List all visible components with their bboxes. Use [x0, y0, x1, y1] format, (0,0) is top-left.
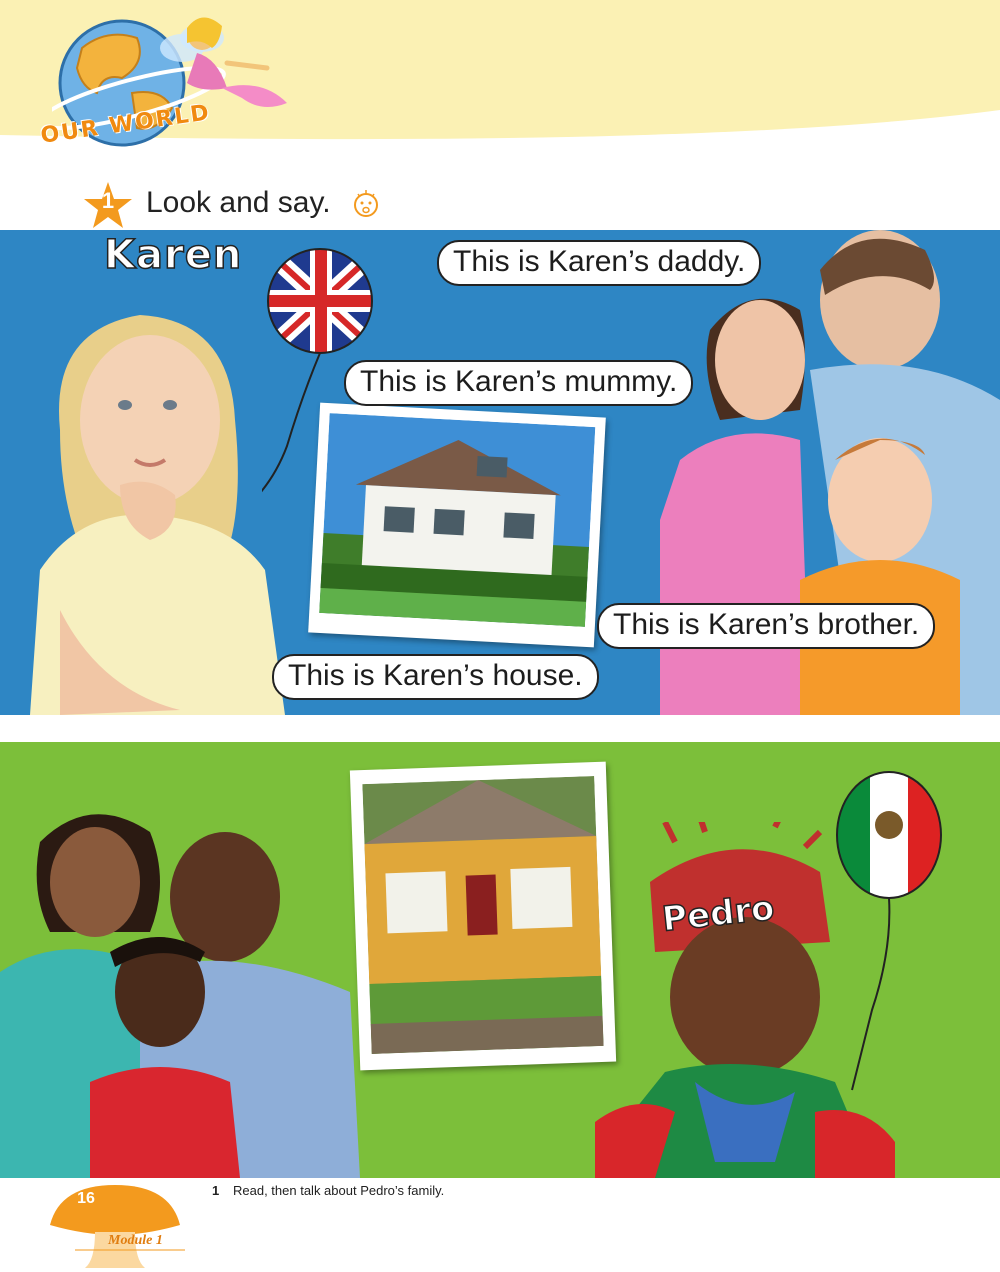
- bubble-karens-house: This is Karen’s house.: [272, 654, 599, 700]
- our-world-logo: [52, 17, 287, 147]
- pedro-family-image: [0, 814, 360, 1178]
- page-number: 16: [77, 1190, 95, 1207]
- exercise-number: 1: [101, 188, 115, 213]
- pedro-boy-image: [595, 822, 895, 1178]
- bubble-karens-mummy: This is Karen’s mummy.: [344, 360, 694, 406]
- module-label: Module 1: [108, 1233, 163, 1248]
- teacher-note: Read, then talk about Pedro’s family.: [233, 1183, 445, 1198]
- karen-panel: Karen This is Karen’s daddy. This is Kar…: [0, 230, 1000, 715]
- karen-house-photo: [308, 402, 606, 648]
- exercise-title: Look and say.: [146, 186, 331, 219]
- teacher-note-number: 1: [212, 1183, 220, 1198]
- pedro-panel: Pedro: [0, 742, 1000, 1178]
- bubble-karens-brother: This is Karen’s brother.: [597, 603, 936, 649]
- bubble-karens-daddy: This is Karen’s daddy.: [437, 240, 762, 286]
- speaking-face-icon: [354, 190, 378, 217]
- pedro-house-photo: [349, 761, 617, 1071]
